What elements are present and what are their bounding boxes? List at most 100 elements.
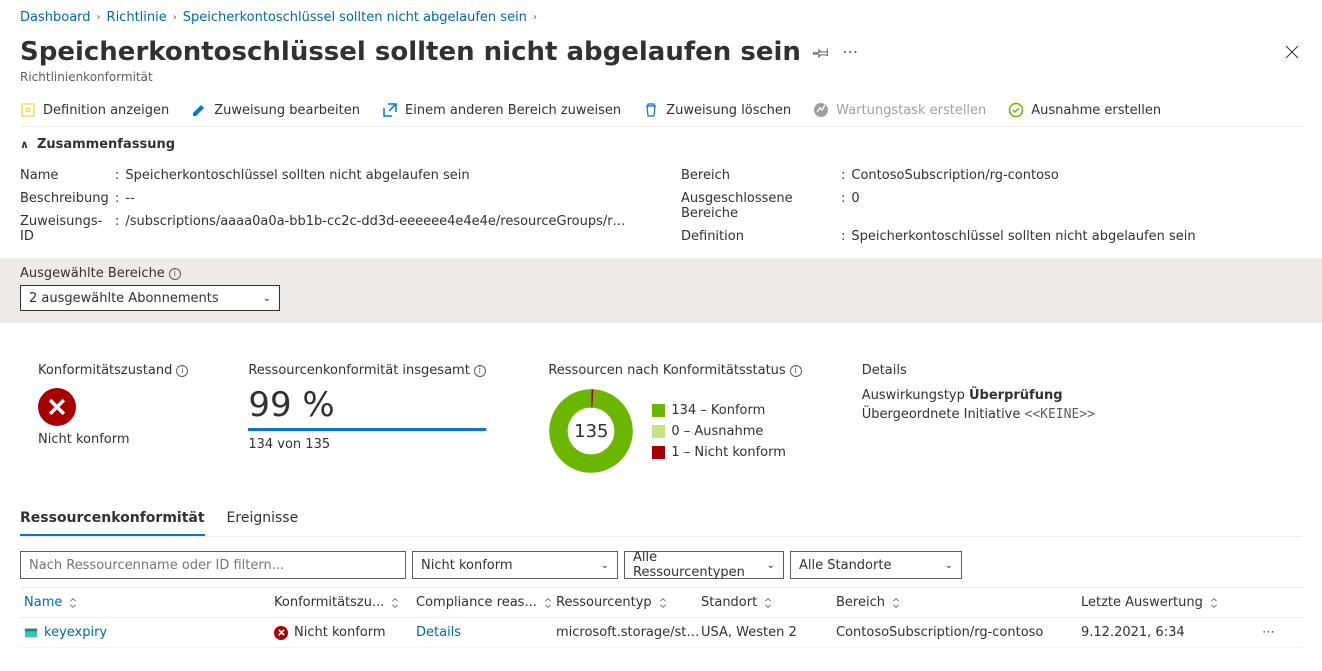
summary-toggle[interactable]: ∧ Zusammenfassung xyxy=(20,127,1302,160)
sort-icon xyxy=(761,596,775,610)
filter-search-input[interactable] xyxy=(20,551,406,579)
info-icon[interactable]: i xyxy=(790,365,802,377)
create-exemption-label: Ausnahme erstellen xyxy=(1031,103,1161,118)
compliance-bar xyxy=(248,428,488,431)
create-exemption-button[interactable]: Ausnahme erstellen xyxy=(1008,102,1161,118)
sort-icon xyxy=(656,596,670,610)
scopes-label: Ausgewählte Bereiche xyxy=(20,266,165,281)
ellipsis-icon[interactable]: ⋯ xyxy=(841,42,861,62)
create-remediation-label: Wartungstask erstellen xyxy=(836,103,986,118)
row-reason-link[interactable]: Details xyxy=(416,625,461,640)
row-compliance-value: Nicht konform xyxy=(294,625,386,640)
filter-type-value: Alle Ressourcentypen xyxy=(633,550,767,580)
chevron-right-icon: › xyxy=(533,12,537,23)
chevron-up-icon: ∧ xyxy=(20,138,29,151)
edit-assignment-label: Zuweisung bearbeiten xyxy=(214,103,360,118)
legend-compliant: 134 – Konform xyxy=(671,403,765,418)
storage-icon xyxy=(24,626,38,640)
th-compliance[interactable]: Konformitätszu... xyxy=(274,595,416,610)
field-scope-value: ContosoSubscription/rg-contoso xyxy=(851,168,1058,183)
donut-chart: 135 xyxy=(548,388,634,474)
filter-compliance-select[interactable]: Nicht konform ⌄ xyxy=(412,551,618,579)
field-desc-value: -- xyxy=(125,191,134,206)
crumb-current[interactable]: Speicherkontoschlüssel sollten nicht abg… xyxy=(183,10,527,25)
chevron-down-icon: ⌄ xyxy=(263,293,271,304)
row-type-value: microsoft.storage/st… xyxy=(556,625,699,640)
th-type[interactable]: Ressourcentyp xyxy=(556,595,701,610)
info-icon[interactable]: i xyxy=(169,268,181,280)
assign-other-scope-button[interactable]: Einem anderen Bereich zuweisen xyxy=(382,102,621,118)
by-state-title: Ressourcen nach Konformitätsstatus xyxy=(548,363,785,378)
table-row[interactable]: keyexpiry Nicht konform Details microsof… xyxy=(20,618,1302,648)
task-icon xyxy=(813,102,829,118)
compliance-percent: 99 % xyxy=(248,388,488,422)
sort-icon xyxy=(66,596,80,610)
parent-label: Übergeordnete Initiative xyxy=(862,407,1025,422)
parent-value: <<KEINE>> xyxy=(1025,407,1095,422)
th-last-eval[interactable]: Letzte Auswertung xyxy=(1081,595,1251,610)
sort-icon xyxy=(388,596,402,610)
page-title: Speicherkontoschlüssel sollten nicht abg… xyxy=(20,37,801,68)
row-ellipsis-icon[interactable]: ⋯ xyxy=(1251,625,1275,640)
field-name-label: Name xyxy=(20,168,115,183)
filter-compliance-value: Nicht konform xyxy=(421,558,513,573)
row-location-value: USA, Westen 2 xyxy=(701,625,797,640)
edit-assignment-button[interactable]: Zuweisung bearbeiten xyxy=(191,102,360,118)
field-excluded-value: 0 xyxy=(851,191,859,221)
view-definition-label: Definition anzeigen xyxy=(43,103,169,118)
chevron-down-icon: ⌄ xyxy=(945,560,953,571)
noncompliant-badge-icon xyxy=(274,626,288,640)
filter-type-select[interactable]: Alle Ressourcentypen⌄ xyxy=(624,551,784,579)
breadcrumb: Dashboard › Richtlinie › Speicherkontosc… xyxy=(20,0,1302,37)
noncompliant-icon xyxy=(38,388,76,426)
assign-other-label: Einem anderen Bereich zuweisen xyxy=(405,103,621,118)
th-scope[interactable]: Bereich xyxy=(836,595,1081,610)
scopes-bar: Ausgewählte Bereiche i 2 ausgewählte Abo… xyxy=(0,258,1322,323)
details-title: Details xyxy=(862,363,907,378)
compliance-count: 134 von 135 xyxy=(248,437,488,452)
chevron-right-icon: › xyxy=(97,12,101,23)
donut-total: 135 xyxy=(548,388,634,474)
sort-icon xyxy=(541,596,555,610)
close-icon[interactable] xyxy=(1282,42,1302,62)
th-name[interactable]: Name xyxy=(24,595,274,610)
row-eval-value: 9.12.2021, 6:34 xyxy=(1081,625,1185,640)
resource-table: Name Konformitätszu... Compliance reas..… xyxy=(20,587,1302,648)
impact-value: Überprüfung xyxy=(969,388,1063,403)
legend-swatch-compliant xyxy=(652,404,665,417)
compliance-state-value: Nicht konform xyxy=(38,432,188,447)
legend-noncompliant: 1 – Nicht konform xyxy=(671,445,786,460)
chevron-down-icon: ⌄ xyxy=(601,560,609,571)
legend-swatch-noncompliant xyxy=(652,446,665,459)
scopes-value: 2 ausgewählte Abonnements xyxy=(29,291,219,306)
tab-resource-compliance[interactable]: Ressourcenkonformität xyxy=(20,504,205,536)
crumb-policy[interactable]: Richtlinie xyxy=(107,10,167,25)
scopes-dropdown[interactable]: 2 ausgewählte Abonnements ⌄ xyxy=(20,285,280,311)
summary-heading: Zusammenfassung xyxy=(37,137,175,152)
field-name-value: Speicherkontoschlüssel sollten nicht abg… xyxy=(125,168,469,183)
filter-location-value: Alle Standorte xyxy=(799,558,891,573)
chevron-right-icon: › xyxy=(173,12,177,23)
create-remediation-button: Wartungstask erstellen xyxy=(813,102,986,118)
field-desc-label: Beschreibung xyxy=(20,191,115,206)
tab-events[interactable]: Ereignisse xyxy=(227,504,299,536)
resource-name-link[interactable]: keyexpiry xyxy=(44,625,107,640)
toolbar: Definition anzeigen Zuweisung bearbeiten… xyxy=(20,102,1302,127)
page-subtitle: Richtlinienkonformität xyxy=(20,70,801,84)
info-icon[interactable]: i xyxy=(176,365,188,377)
sort-icon xyxy=(1207,596,1221,610)
legend-swatch-exempt xyxy=(652,425,665,438)
pin-icon[interactable] xyxy=(811,42,831,62)
delete-assignment-button[interactable]: Zuweisung löschen xyxy=(643,102,791,118)
pencil-icon xyxy=(191,102,207,118)
view-icon xyxy=(20,102,36,118)
field-assignid-value: /subscriptions/aaaa0a0a-bb1b-cc2c-dd3d-e… xyxy=(125,214,625,244)
crumb-dashboard[interactable]: Dashboard xyxy=(20,10,91,25)
th-location[interactable]: Standort xyxy=(701,595,836,610)
field-scope-label: Bereich xyxy=(681,168,841,183)
info-icon[interactable]: i xyxy=(474,365,486,377)
th-reason[interactable]: Compliance reas... xyxy=(416,595,556,610)
filter-location-select[interactable]: Alle Standorte ⌄ xyxy=(790,551,962,579)
field-excluded-label: Ausgeschlossene Bereiche xyxy=(681,191,841,221)
view-definition-button[interactable]: Definition anzeigen xyxy=(20,102,169,118)
